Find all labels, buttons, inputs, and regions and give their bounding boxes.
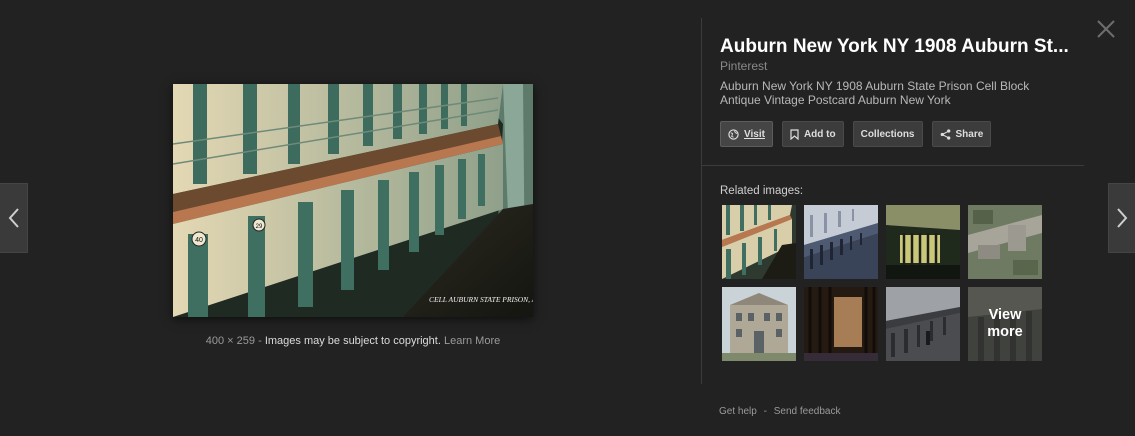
related-image-thumbnail[interactable] (722, 205, 796, 279)
close-icon (1097, 20, 1115, 38)
collections-label: Collections (860, 128, 915, 140)
view-more-button[interactable]: View more (968, 287, 1042, 361)
visit-label: Visit (744, 128, 765, 140)
main-preview-image[interactable]: 40 29 CELL AUBURN STATE PRISON, AUBURN, … (173, 84, 533, 317)
next-image-button[interactable] (1108, 183, 1135, 253)
collections-button[interactable]: Collections (852, 121, 923, 147)
related-images-label: Related images: (720, 185, 804, 197)
add-to-label: Add to (803, 128, 836, 140)
add-to-button[interactable]: Add to (781, 121, 844, 147)
share-button[interactable]: Share (931, 121, 992, 147)
related-image-thumbnail[interactable] (804, 287, 878, 361)
chevron-right-icon (1117, 208, 1128, 228)
cell-number-29: 29 (256, 224, 263, 230)
footer: Get help - Send feedback (719, 406, 840, 417)
panel-divider (701, 18, 702, 384)
chevron-left-icon (8, 208, 19, 228)
action-bar: Visit Add to Collections Share (720, 121, 992, 147)
share-icon (940, 128, 950, 140)
share-label: Share (955, 128, 984, 140)
visit-button[interactable]: Visit (720, 121, 773, 147)
related-image-thumbnail[interactable] (886, 287, 960, 361)
close-button[interactable] (1094, 17, 1118, 41)
image-caption: 400 × 259 - Images may be subject to cop… (173, 335, 533, 347)
previous-image-button[interactable] (0, 183, 28, 253)
learn-more-link[interactable]: Learn More (444, 335, 500, 347)
globe-icon (728, 128, 739, 140)
view-more-label: View more (968, 287, 1042, 361)
copyright-notice: Images may be subject to copyright. (264, 335, 441, 347)
bookmark-icon (790, 128, 799, 140)
cell-number-40: 40 (195, 237, 203, 244)
image-dimensions: 400 × 259 (205, 335, 256, 347)
section-divider (702, 165, 1084, 166)
footer-separator: - (763, 406, 767, 417)
send-feedback-link[interactable]: Send feedback (774, 406, 841, 417)
related-image-thumbnail[interactable] (804, 205, 878, 279)
image-title[interactable]: Auburn New York NY 1908 Auburn St... (720, 35, 1080, 59)
related-image-thumbnail[interactable] (886, 205, 960, 279)
related-images-grid: View more (722, 205, 1042, 361)
related-image-thumbnail[interactable] (968, 205, 1042, 279)
source-site[interactable]: Pinterest (720, 59, 767, 73)
postcard-caption: CELL AUBURN STATE PRISON, AUBURN, N.Y. (429, 295, 533, 304)
related-image-thumbnail[interactable] (722, 287, 796, 361)
image-description: Auburn New York NY 1908 Auburn State Pri… (720, 79, 1030, 107)
caption-separator: - (258, 335, 262, 347)
get-help-link[interactable]: Get help (719, 406, 757, 417)
